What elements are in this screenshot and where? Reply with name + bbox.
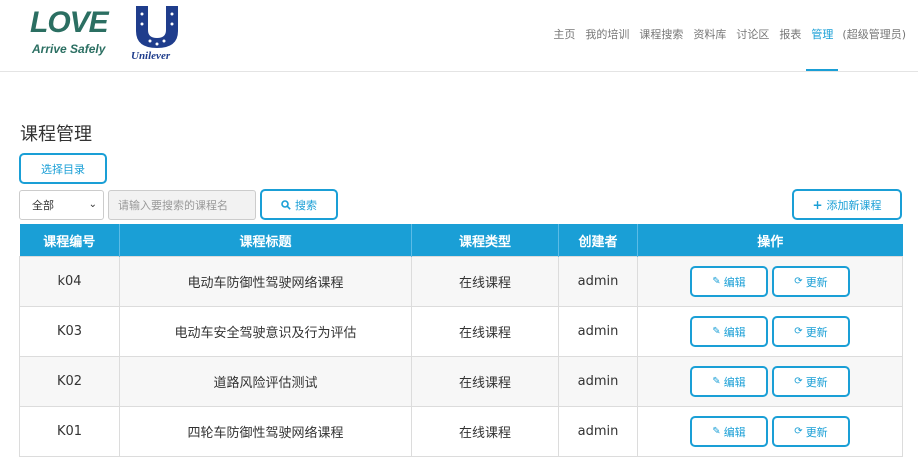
- refresh-icon: ⟳: [794, 276, 803, 287]
- update-label: 更新: [805, 425, 828, 439]
- love-logo-tagline: Arrive Safely: [32, 42, 106, 56]
- edit-button[interactable]: ✎ 编辑: [690, 416, 768, 447]
- course-type: 在线课程: [411, 356, 559, 407]
- edit-label: 编辑: [723, 425, 746, 439]
- table-row: K02 道路风险评估测试 在线课程 admin ✎ 编辑 ⟳ 更新: [19, 356, 903, 407]
- nav-item-forum[interactable]: 讨论区: [731, 26, 774, 71]
- search-button-label: 搜索: [295, 198, 317, 212]
- plus-icon: +: [812, 197, 823, 212]
- course-creator: admin: [558, 356, 638, 407]
- edit-button[interactable]: ✎ 编辑: [690, 266, 768, 297]
- column-header-actions: 操作: [637, 224, 903, 257]
- course-type: 在线课程: [411, 406, 559, 457]
- course-creator: admin: [558, 306, 638, 357]
- header: LOVE Arrive Safely Unilever 主页 我的培训 课程搜索…: [0, 0, 918, 72]
- row-actions: ✎ 编辑 ⟳ 更新: [637, 306, 903, 357]
- row-actions: ✎ 编辑 ⟳ 更新: [637, 406, 903, 457]
- nav-item-admin[interactable]: 管理: [806, 26, 839, 71]
- update-button[interactable]: ⟳ 更新: [772, 266, 850, 297]
- unilever-u-icon: [136, 6, 178, 48]
- filter-select-value: 全部: [32, 199, 54, 212]
- select-directory-button[interactable]: 选择目录: [19, 153, 107, 184]
- filter-select[interactable]: 全部 ⌄: [19, 190, 104, 220]
- unilever-logo-text: Unilever: [131, 50, 171, 62]
- top-nav: 主页 我的培训 课程搜索 资料库 讨论区 报表 管理 (超级管理员): [548, 26, 910, 71]
- update-label: 更新: [805, 275, 828, 289]
- search-input-placeholder: 请输入要搜索的课程名: [118, 199, 228, 212]
- column-header-type: 课程类型: [411, 224, 559, 257]
- refresh-icon: ⟳: [794, 426, 803, 437]
- course-title: 四轮车防御性驾驶网络课程: [119, 406, 412, 457]
- love-logo-text: LOVE: [30, 6, 109, 39]
- pencil-icon: ✎: [712, 376, 721, 387]
- select-directory-label: 选择目录: [41, 162, 85, 176]
- update-button[interactable]: ⟳ 更新: [772, 366, 850, 397]
- table-row: K03 电动车安全驾驶意识及行为评估 在线课程 admin ✎ 编辑 ⟳ 更新: [19, 306, 903, 357]
- table-header-row: 课程编号 课程标题 课程类型 创建者 操作: [19, 224, 903, 257]
- column-header-title: 课程标题: [119, 224, 412, 257]
- unilever-logo: Unilever: [128, 4, 186, 66]
- table-row: K01 四轮车防御性驾驶网络课程 在线课程 admin ✎ 编辑 ⟳ 更新: [19, 406, 903, 457]
- nav-item-home[interactable]: 主页: [548, 26, 580, 71]
- refresh-icon: ⟳: [794, 376, 803, 387]
- edit-label: 编辑: [723, 275, 746, 289]
- update-label: 更新: [805, 325, 828, 339]
- search-icon: [281, 199, 291, 210]
- nav-item-my-training[interactable]: 我的培训: [580, 26, 634, 71]
- course-type: 在线课程: [411, 306, 559, 357]
- pencil-icon: ✎: [712, 426, 721, 437]
- edit-label: 编辑: [723, 325, 746, 339]
- refresh-icon: ⟳: [794, 326, 803, 337]
- table-row: k04 电动车防御性驾驶网络课程 在线课程 admin ✎ 编辑 ⟳ 更新: [19, 256, 903, 307]
- column-header-creator: 创建者: [558, 224, 638, 257]
- course-code: K01: [19, 406, 120, 457]
- add-course-label: 添加新课程: [826, 198, 882, 212]
- user-role-label: (超级管理员): [842, 28, 906, 41]
- column-header-code: 课程编号: [19, 224, 120, 257]
- pencil-icon: ✎: [712, 276, 721, 287]
- course-title: 电动车防御性驾驶网络课程: [119, 256, 412, 307]
- pencil-icon: ✎: [712, 326, 721, 337]
- course-creator: admin: [558, 406, 638, 457]
- search-button[interactable]: 搜索: [260, 189, 338, 220]
- course-code: K03: [19, 306, 120, 357]
- update-button[interactable]: ⟳ 更新: [772, 416, 850, 447]
- edit-label: 编辑: [723, 375, 746, 389]
- nav-item-library[interactable]: 资料库: [688, 26, 731, 71]
- course-code: k04: [19, 256, 120, 307]
- chevron-down-icon: ⌄: [88, 199, 97, 210]
- nav-item-reports[interactable]: 报表: [774, 26, 806, 71]
- course-table: 课程编号 课程标题 课程类型 创建者 操作 k04 电动车防御性驾驶网络课程 在…: [19, 224, 903, 457]
- edit-button[interactable]: ✎ 编辑: [690, 316, 768, 347]
- search-input[interactable]: 请输入要搜索的课程名: [108, 190, 256, 220]
- edit-button[interactable]: ✎ 编辑: [690, 366, 768, 397]
- nav-item-course-search[interactable]: 课程搜索: [634, 26, 688, 71]
- update-label: 更新: [805, 375, 828, 389]
- update-button[interactable]: ⟳ 更新: [772, 316, 850, 347]
- love-logo: LOVE Arrive Safely: [30, 6, 110, 64]
- row-actions: ✎ 编辑 ⟳ 更新: [637, 356, 903, 407]
- row-actions: ✎ 编辑 ⟳ 更新: [637, 256, 903, 307]
- page-title: 课程管理: [20, 124, 92, 145]
- course-type: 在线课程: [411, 256, 559, 307]
- course-title: 电动车安全驾驶意识及行为评估: [119, 306, 412, 357]
- course-title: 道路风险评估测试: [119, 356, 412, 407]
- add-course-button[interactable]: + 添加新课程: [792, 189, 902, 220]
- course-code: K02: [19, 356, 120, 407]
- course-creator: admin: [558, 256, 638, 307]
